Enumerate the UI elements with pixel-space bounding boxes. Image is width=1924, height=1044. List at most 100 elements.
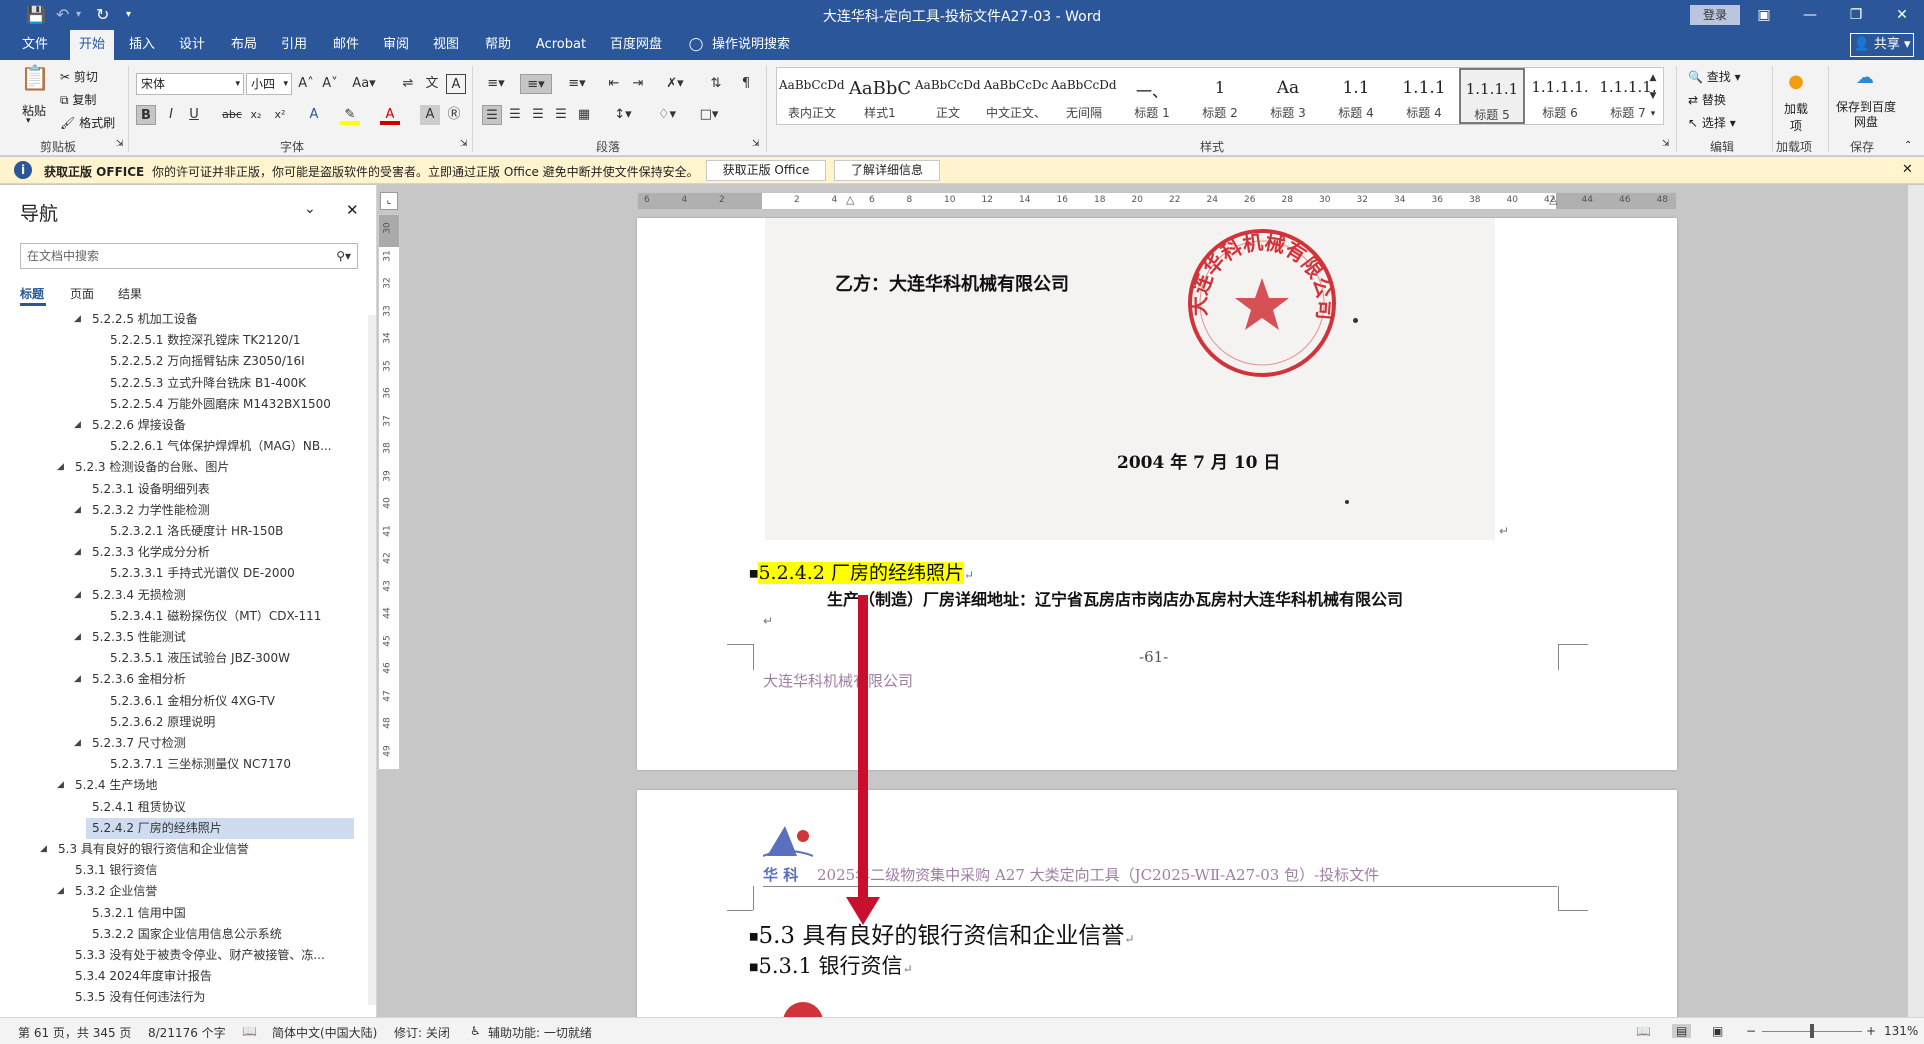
sort-icon[interactable]: ⇅ (706, 74, 726, 94)
tab-baidu[interactable]: 百度网盘 (604, 30, 668, 60)
nav-heading-item[interactable]: 5.2.2.5.4 万能外圆磨床 M1432BX1500 (0, 394, 360, 415)
copy-button[interactable]: ⧉ 复制 (60, 91, 96, 108)
close-icon[interactable]: ✕ (1882, 3, 1922, 27)
track-changes[interactable]: 修订: 关闭 (394, 1024, 450, 1041)
addins-icon[interactable]: ● (1786, 72, 1806, 92)
enclose-char-icon[interactable]: Ⓡ (444, 105, 464, 125)
change-case-icon[interactable]: Aa▾ (350, 74, 378, 94)
nav-heading-item[interactable]: ◢ 5.3 具有良好的银行资信和企业信誉 (0, 839, 360, 860)
save-to-baidu-button[interactable]: 保存到百度网盘 (1836, 100, 1896, 130)
nav-heading-item[interactable]: 5.2.2.6.1 气体保护焊焊机（MAG）NB... (0, 436, 360, 457)
zoom-level[interactable]: 131% (1884, 1024, 1918, 1038)
collapse-triangle-icon[interactable]: ◢ (57, 775, 64, 796)
tell-me-search[interactable]: 操作说明搜索 (712, 30, 812, 60)
indent-marker-icon[interactable]: △ (846, 193, 854, 206)
nav-heading-item[interactable]: ◢ 5.2.3.2 力学性能检测 (0, 500, 360, 521)
styles-launcher-icon[interactable]: ⇲ (1662, 139, 1670, 149)
collapse-ribbon-icon[interactable]: ⌃ (1904, 140, 1912, 151)
bold-icon[interactable]: B (136, 105, 156, 125)
zoom-in-icon[interactable]: + (1866, 1024, 1876, 1038)
font-name-box[interactable]: 宋体 ▾ (136, 73, 244, 95)
styles-scroll-up-icon[interactable]: ▲ (1644, 68, 1662, 88)
minimize-icon[interactable]: — (1790, 3, 1830, 27)
style-7[interactable]: 1 标题 2 (1187, 68, 1253, 124)
nav-options-icon[interactable]: ⌄ (304, 201, 316, 217)
tab-layout[interactable]: 布局 (222, 30, 266, 60)
justify-icon[interactable]: ☰ (551, 105, 571, 125)
collapse-triangle-icon[interactable]: ◢ (57, 457, 64, 478)
nav-close-icon[interactable]: ✕ (346, 201, 359, 219)
nav-heading-item[interactable]: 5.2.4.1 租赁协议 (0, 797, 360, 818)
baidu-cloud-icon[interactable]: ☁ (1850, 68, 1880, 88)
style-10[interactable]: 1.1.1 标题 4 (1391, 68, 1457, 124)
tab-insert[interactable]: 插入 (120, 30, 164, 60)
style-9[interactable]: 1.1 标题 4 (1323, 68, 1389, 124)
nav-tab-headings[interactable]: 标题 (20, 285, 44, 302)
collapse-triangle-icon[interactable]: ◢ (74, 500, 81, 521)
nav-heading-item[interactable]: 5.2.3.2.1 洛氏硬度计 HR-150B (0, 521, 360, 542)
strikethrough-icon[interactable]: abc (222, 105, 242, 125)
style-4[interactable]: AaBbCcDc 中文正文、 (983, 68, 1049, 124)
nav-tab-pages[interactable]: 页面 (70, 285, 94, 302)
subscript-icon[interactable]: x₂ (246, 105, 266, 125)
replace-button[interactable]: ⇄ 替换 (1688, 91, 1726, 108)
style-8[interactable]: Aa 标题 3 (1255, 68, 1321, 124)
nav-heading-item[interactable]: 5.2.3.4.1 磁粉探伤仪（MT）CDX-111 (0, 606, 360, 627)
word-count[interactable]: 8/21176 个字 (148, 1024, 226, 1041)
collapse-triangle-icon[interactable]: ◢ (40, 839, 47, 860)
paragraph-launcher-icon[interactable]: ⇲ (752, 139, 760, 149)
tab-mailings[interactable]: 邮件 (324, 30, 368, 60)
bullets-icon[interactable]: ≡▾ (482, 74, 510, 94)
nav-scrollbar[interactable] (368, 315, 376, 1005)
style-1[interactable]: AaBbCcDdI 表内正文 (779, 68, 845, 124)
nav-heading-item[interactable]: 5.2.3.1 设备明细列表 (0, 479, 360, 500)
show-marks-icon[interactable]: ¶ (736, 74, 756, 94)
char-border-icon[interactable]: A (446, 74, 466, 94)
heading-5-3[interactable]: ■5.3 具有良好的银行资信和企业信誉↵ (749, 916, 1134, 950)
collapse-triangle-icon[interactable]: ◢ (74, 309, 81, 330)
style-3[interactable]: AaBbCcDdI 正文 (915, 68, 981, 124)
style-5[interactable]: AaBbCcDdI 无间隔 (1051, 68, 1117, 124)
chinese-layout-icon[interactable]: ✗▾ (660, 74, 690, 94)
close-notification-icon[interactable]: ✕ (1902, 162, 1913, 177)
underline-icon[interactable]: U (184, 105, 204, 125)
collapse-triangle-icon[interactable]: ◢ (74, 669, 81, 690)
tab-home[interactable]: 开始 (70, 30, 114, 60)
nav-heading-item[interactable]: ◢ 5.2.3 检测设备的台账、图片 (0, 457, 360, 478)
nav-heading-item[interactable]: 5.3.5 没有任何违法行为 (0, 987, 360, 1008)
page-count[interactable]: 第 61 页，共 345 页 (18, 1024, 131, 1041)
text-effects-icon[interactable]: A (304, 105, 324, 125)
nav-heading-item[interactable]: 5.3.3 没有处于被责令停业、财产被接管、冻... (0, 945, 360, 966)
tab-review[interactable]: 审阅 (374, 30, 418, 60)
addins-button[interactable]: 加载项 (1782, 100, 1810, 134)
nav-heading-item[interactable]: 5.2.3.3.1 手持式光谱仪 DE-2000 (0, 563, 360, 584)
style-2[interactable]: AaBbC 样式1 (847, 68, 913, 124)
nav-heading-item[interactable]: ◢ 5.2.4 生产场地 (0, 775, 360, 796)
nav-heading-item[interactable]: ◢ 5.2.3.3 化学成分分析 (0, 542, 360, 563)
numbering-icon[interactable]: ≡▾ (520, 74, 552, 94)
find-button[interactable]: 🔍 查找 ▾ (1688, 68, 1741, 85)
tab-help[interactable]: 帮助 (476, 30, 520, 60)
italic-icon[interactable]: I (161, 105, 181, 125)
superscript-icon[interactable]: x² (270, 105, 290, 125)
style-11[interactable]: 1.1.1.1 标题 5 (1459, 68, 1525, 124)
proofing-icon[interactable]: 📖 (242, 1024, 257, 1038)
shading-icon[interactable]: ♢▾ (652, 105, 682, 125)
collapse-triangle-icon[interactable]: ◢ (74, 733, 81, 754)
learn-more-button[interactable]: 了解详细信息 (834, 160, 940, 181)
nav-search-input[interactable]: 在文档中搜索 ⚲▾ (20, 243, 358, 269)
nav-heading-item[interactable]: 5.2.3.6.2 原理说明 (0, 712, 360, 733)
nav-heading-item[interactable]: 5.3.2.1 信用中国 (0, 903, 360, 924)
font-color-icon[interactable]: A (380, 105, 400, 125)
login-button[interactable]: 登录 (1690, 5, 1740, 25)
align-right-icon[interactable]: ☰ (528, 105, 548, 125)
tab-selector-icon[interactable]: ⌞ (380, 192, 398, 210)
align-left-icon[interactable]: ☰ (482, 105, 502, 125)
increase-indent-icon[interactable]: ⇥ (628, 74, 648, 94)
tab-design[interactable]: 设计 (170, 30, 214, 60)
style-6[interactable]: 一、 标题 1 (1119, 68, 1185, 124)
select-button[interactable]: ↖ 选择 ▾ (1688, 114, 1736, 131)
nav-heading-item[interactable]: ◢ 5.2.3.4 无损检测 (0, 585, 360, 606)
nav-heading-item[interactable]: 5.2.3.7.1 三坐标测量仪 NC7170 (0, 754, 360, 775)
nav-heading-item[interactable]: 5.3.2.2 国家企业信用信息公示系统 (0, 924, 360, 945)
